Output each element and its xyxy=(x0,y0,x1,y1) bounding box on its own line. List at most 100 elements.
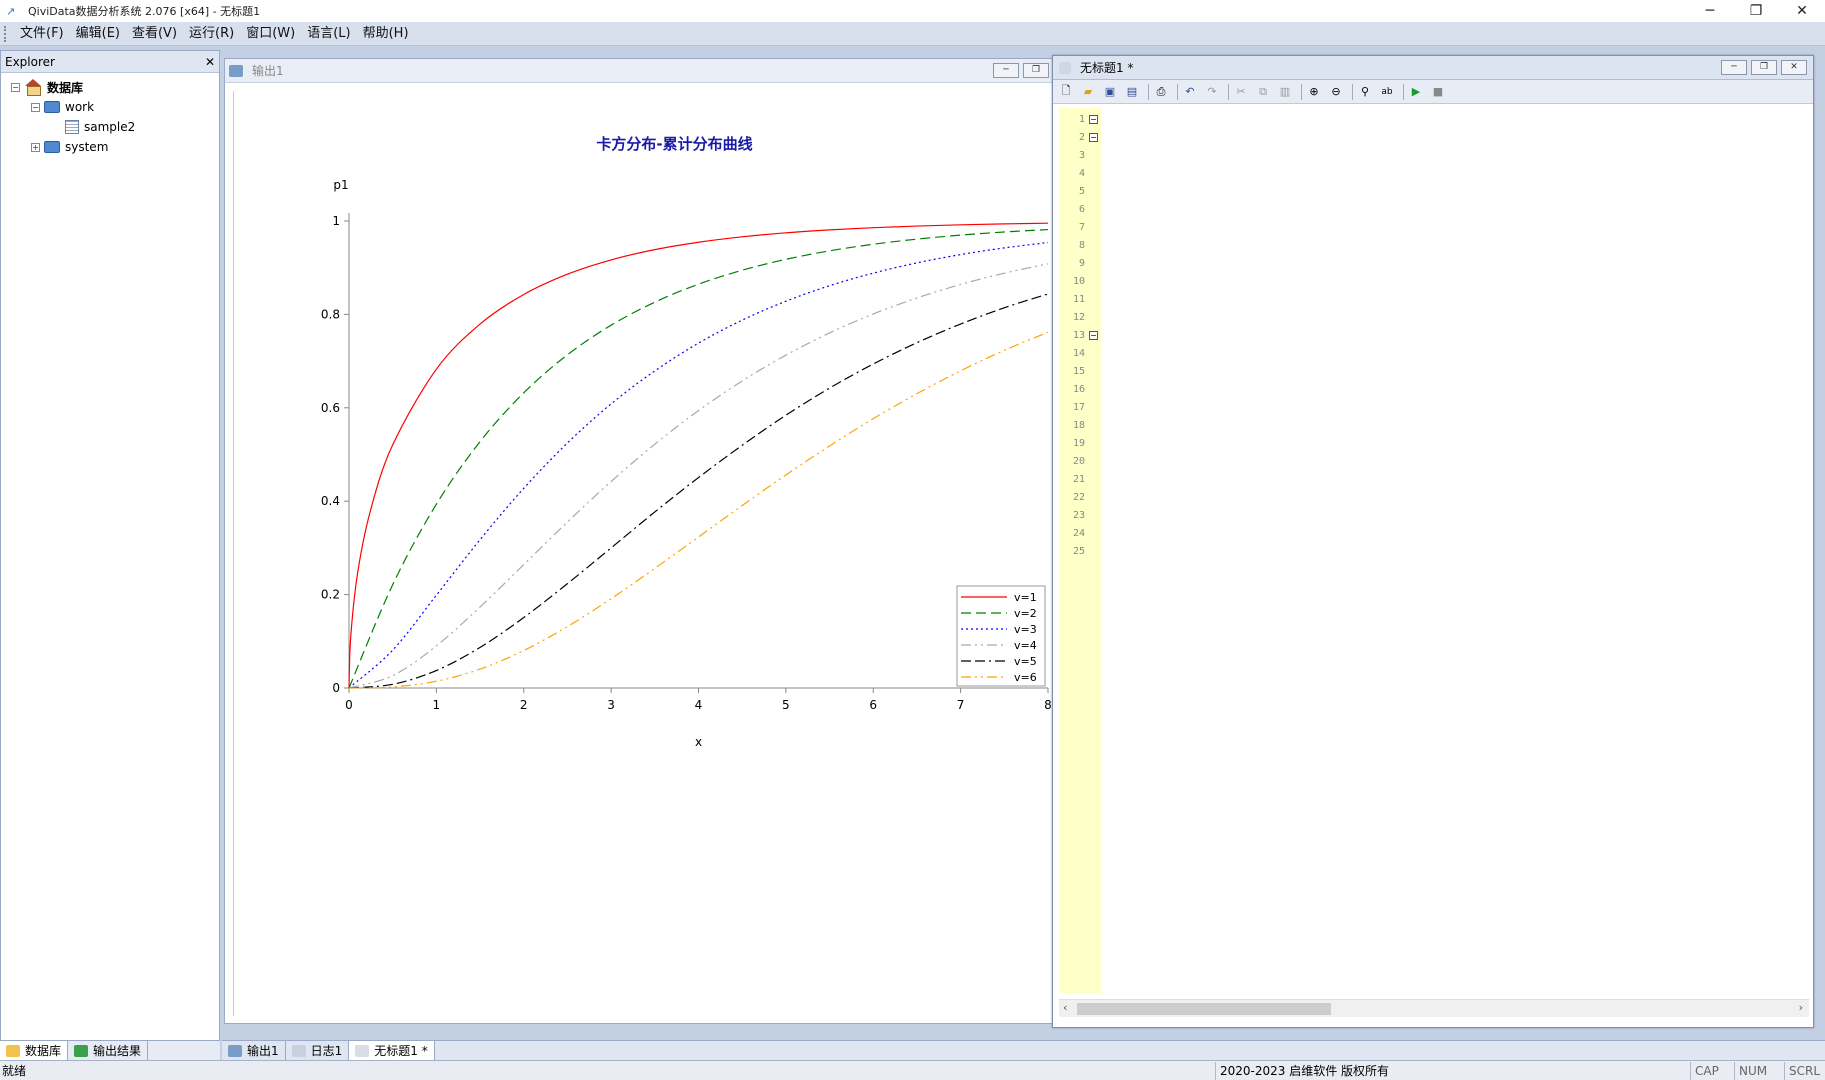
y-axis-label: p1 xyxy=(333,178,348,192)
x-tick-label: 5 xyxy=(782,698,790,712)
fold-icon[interactable]: − xyxy=(1089,115,1098,124)
scroll-thumb[interactable] xyxy=(1077,1003,1331,1015)
menu-bar: 文件(F) 编辑(E) 查看(V) 运行(R) 窗口(W) 语言(L) 帮助(H… xyxy=(0,22,1825,46)
line-number: 11 xyxy=(1072,294,1085,305)
expand-icon[interactable]: + xyxy=(31,142,40,152)
output-minimize-button[interactable]: ─ xyxy=(993,63,1019,78)
menu-language[interactable]: 语言(L) xyxy=(301,22,356,46)
results-tab-icon xyxy=(74,1044,89,1057)
tab-database[interactable]: 数据库 xyxy=(0,1041,69,1060)
menu-window[interactable]: 窗口(W) xyxy=(240,22,301,46)
status-bar: 就绪 2020-2023 启维软件 版权所有 CAP NUM SCRL xyxy=(0,1060,1825,1080)
new-file-icon[interactable]: 🗋 xyxy=(1057,84,1075,100)
y-tick-label: 1 xyxy=(332,214,340,228)
cut-icon[interactable]: ✂ xyxy=(1232,84,1250,100)
paste-icon[interactable]: ▥ xyxy=(1276,84,1294,100)
minimize-button[interactable]: ─ xyxy=(1687,0,1733,22)
tree-label-work: work xyxy=(65,100,95,114)
editor-minimize-button[interactable]: ─ xyxy=(1721,60,1747,75)
app-icon: ↗ xyxy=(6,5,16,18)
doc-tab-untitled1[interactable]: 无标题1 * xyxy=(349,1041,435,1060)
find-icon[interactable]: ⚲ xyxy=(1356,84,1374,100)
output-window-icon xyxy=(229,64,243,77)
zoom-in-icon[interactable]: ⊕ xyxy=(1305,84,1323,100)
log-tab-icon xyxy=(291,1044,306,1057)
restore-button[interactable]: ❐ xyxy=(1733,0,1779,22)
editor-restore-button[interactable]: ❐ xyxy=(1751,60,1777,75)
editor-toolbar: 🗋 ▰ ▣ ▤ ⎙ ↶ ↷ ✂ ⧉ ▥ ⊕ ⊖ ⚲ ab ▶ ■ xyxy=(1053,80,1813,104)
replace-icon[interactable]: ab xyxy=(1378,84,1396,100)
scroll-right-icon[interactable]: › xyxy=(1799,1001,1803,1014)
legend-label: v=2 xyxy=(1014,607,1037,620)
x-tick-label: 3 xyxy=(607,698,615,712)
tree-node-sample2[interactable]: sample2 xyxy=(1,117,219,137)
collapse-icon[interactable]: − xyxy=(31,102,40,112)
legend-label: v=1 xyxy=(1014,591,1037,604)
status-copyright: 2020-2023 启维软件 版权所有 xyxy=(1215,1062,1690,1080)
series-line-v=2 xyxy=(348,228,1049,689)
menu-run[interactable]: 运行(R) xyxy=(183,22,240,46)
close-button[interactable]: ✕ xyxy=(1779,0,1825,22)
redo-icon[interactable]: ↷ xyxy=(1203,84,1221,100)
open-folder-icon[interactable]: ▰ xyxy=(1079,84,1097,100)
doc-tab-output1-label: 输出1 xyxy=(247,1044,279,1058)
tree-label-sample2: sample2 xyxy=(84,120,136,134)
doc-tab-log1[interactable]: 日志1 xyxy=(286,1041,350,1060)
menu-grip xyxy=(4,25,8,42)
explorer-title: Explorer xyxy=(5,54,55,69)
doc-tab-untitled1-label: 无标题1 * xyxy=(374,1044,428,1058)
line-number: 5 xyxy=(1078,186,1085,197)
x-tick-label: 4 xyxy=(695,698,703,712)
tab-database-label: 数据库 xyxy=(25,1044,62,1058)
explorer-close-icon[interactable]: ✕ xyxy=(205,55,215,69)
app-titlebar: ↗ QiviData数据分析系统 2.076 [x64] - 无标题1 ─ ❐ … xyxy=(0,0,1825,22)
x-tick-label: 1 xyxy=(433,698,441,712)
doc-tab-output1[interactable]: 输出1 xyxy=(222,1041,286,1060)
stop-icon[interactable]: ■ xyxy=(1429,84,1447,100)
line-number: 15 xyxy=(1072,366,1085,377)
menu-edit[interactable]: 编辑(E) xyxy=(70,22,126,46)
fold-icon[interactable]: − xyxy=(1089,133,1098,142)
save-as-icon[interactable]: ▤ xyxy=(1123,84,1141,100)
line-number: 19 xyxy=(1072,438,1085,449)
copy-icon[interactable]: ⧉ xyxy=(1254,84,1272,100)
series-line-v=1 xyxy=(348,222,1049,689)
explorer-panel: Explorer ✕ − 数据库 − work sample2 + system xyxy=(0,50,220,1050)
scroll-left-icon[interactable]: ‹ xyxy=(1063,1001,1067,1014)
menu-help[interactable]: 帮助(H) xyxy=(357,22,415,46)
line-number: 21 xyxy=(1072,474,1085,485)
output-restore-button[interactable]: ❐ xyxy=(1023,63,1049,78)
tree-node-system[interactable]: + system xyxy=(1,137,219,157)
menu-view[interactable]: 查看(V) xyxy=(126,22,183,46)
sas-tab-icon xyxy=(355,1044,370,1057)
zoom-out-icon[interactable]: ⊖ xyxy=(1327,84,1345,100)
line-number: 17 xyxy=(1072,402,1085,413)
line-number: 25 xyxy=(1072,546,1085,557)
code-editor[interactable]: 1−2−3 4 5 6 7 8 9 10 11 12 13−14 15 16 17 18 19 20 21 22 23… xyxy=(1059,108,1809,993)
save-icon[interactable]: ▣ xyxy=(1101,84,1119,100)
tree-node-database[interactable]: − 数据库 xyxy=(1,77,219,97)
series-line-v=6 xyxy=(348,331,1049,689)
horizontal-scrollbar[interactable]: ‹ › xyxy=(1059,999,1809,1017)
tab-output-results[interactable]: 输出结果 xyxy=(68,1041,149,1060)
fold-icon[interactable]: − xyxy=(1089,331,1098,340)
y-tick-label: 0.2 xyxy=(321,588,340,602)
collapse-icon[interactable]: − xyxy=(11,82,20,92)
x-tick-label: 0 xyxy=(345,698,353,712)
menu-file[interactable]: 文件(F) xyxy=(14,22,70,46)
undo-icon[interactable]: ↶ xyxy=(1181,84,1199,100)
y-tick-label: 0.4 xyxy=(321,494,340,508)
series-line-v=5 xyxy=(348,293,1049,689)
print-icon[interactable]: ⎙ xyxy=(1152,84,1170,100)
run-icon[interactable]: ▶ xyxy=(1407,84,1425,100)
editor-close-button[interactable]: ✕ xyxy=(1781,60,1807,75)
status-cap: CAP xyxy=(1690,1062,1734,1080)
line-number: 18 xyxy=(1072,420,1085,431)
editor-header: 无标题1 * ─ ❐ ✕ xyxy=(1053,56,1813,80)
library-icon xyxy=(44,101,60,113)
editor-title: 无标题1 * xyxy=(1080,61,1134,75)
tree-node-work[interactable]: − work xyxy=(1,97,219,117)
line-number: 9 xyxy=(1078,258,1085,269)
output-window: 输出1 ─ ❐ 卡方分布-累计分布曲线 p1 x 0 0.2 0.4 0.6 0.8 1 0 1 2 3… xyxy=(224,58,1055,1024)
output-window-title: 输出1 xyxy=(252,64,284,78)
